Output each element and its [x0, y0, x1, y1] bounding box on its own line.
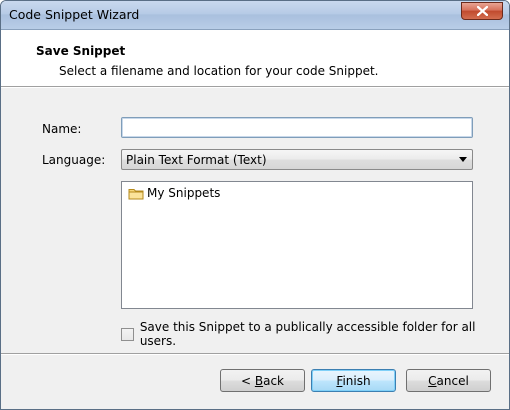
- title-bar[interactable]: Code Snippet Wizard: [1, 1, 509, 30]
- name-input[interactable]: [121, 117, 473, 138]
- cancel-button[interactable]: Cancel: [406, 369, 491, 392]
- wizard-body: Name: Language: Plain Text Format (Text)…: [1, 88, 509, 409]
- back-button[interactable]: < Back: [220, 369, 305, 392]
- close-button[interactable]: [461, 2, 503, 20]
- finish-button-label: Finish: [336, 373, 371, 388]
- name-label: Name:: [42, 122, 82, 136]
- back-button-label: < Back: [240, 373, 284, 388]
- public-folder-checkbox[interactable]: [121, 327, 134, 341]
- folder-tree[interactable]: My Snippets: [121, 181, 473, 309]
- tree-item-my-snippets[interactable]: My Snippets: [128, 186, 220, 200]
- public-folder-option[interactable]: Save this Snippet to a publically access…: [121, 320, 509, 348]
- chevron-down-icon[interactable]: [459, 157, 467, 162]
- page-title: Save Snippet: [36, 44, 126, 58]
- language-select[interactable]: Plain Text Format (Text): [121, 149, 473, 170]
- finish-button[interactable]: Finish: [311, 369, 396, 392]
- wizard-window: Code Snippet Wizard Save Snippet Select …: [0, 0, 510, 410]
- window-title: Code Snippet Wizard: [9, 7, 140, 22]
- wizard-header: Save Snippet Select a filename and locat…: [1, 31, 509, 87]
- folder-icon: [128, 187, 144, 200]
- language-label: Language:: [42, 153, 106, 167]
- public-folder-label: Save this Snippet to a publically access…: [139, 320, 476, 348]
- tree-item-label: My Snippets: [147, 186, 221, 200]
- button-divider: [1, 353, 509, 355]
- page-subtitle: Select a filename and location for your …: [59, 64, 379, 78]
- cancel-button-label: Cancel: [428, 373, 469, 388]
- language-selected-value: Plain Text Format (Text): [126, 153, 267, 167]
- close-icon: [476, 6, 488, 16]
